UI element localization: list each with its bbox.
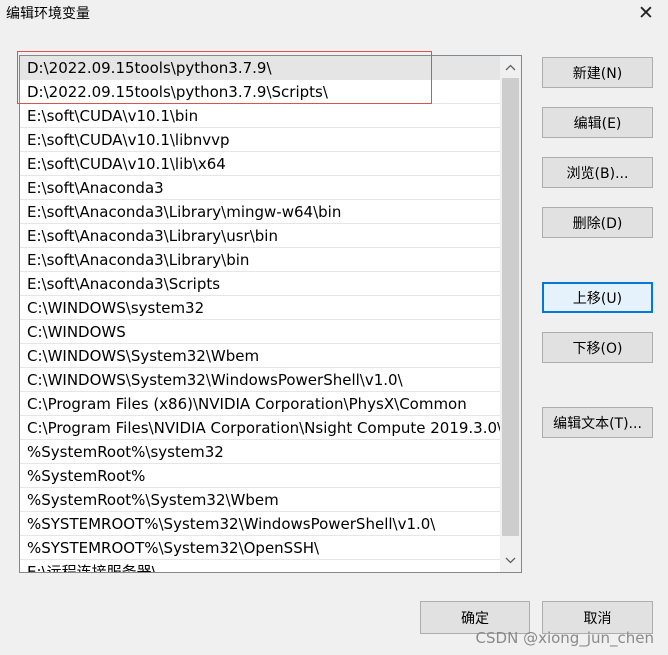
list-item[interactable]: E:\soft\CUDA\v10.1\bin — [20, 104, 501, 128]
list-item[interactable]: E:\soft\Anaconda3\Scripts — [20, 272, 501, 296]
list-item[interactable]: C:\WINDOWS — [20, 320, 501, 344]
list-item[interactable]: D:\2022.09.15tools\python3.7.9\Scripts\ — [20, 80, 501, 104]
window-title: 编辑环境变量 — [6, 6, 90, 22]
edit-text-button[interactable]: 编辑文本(T)... — [542, 407, 653, 438]
delete-button[interactable]: 删除(D) — [542, 207, 653, 238]
list-item[interactable]: C:\Program Files (x86)\NVIDIA Corporatio… — [20, 392, 501, 416]
close-icon: ✕ — [638, 2, 654, 24]
scroll-up-button[interactable] — [500, 57, 521, 78]
list-item[interactable]: E:\soft\CUDA\v10.1\libnvvp — [20, 128, 501, 152]
list-item[interactable]: E:\soft\Anaconda3\Library\mingw-w64\bin — [20, 200, 501, 224]
browse-button[interactable]: 浏览(B)... — [542, 157, 653, 188]
list-item[interactable]: E:\soft\Anaconda3\Library\bin — [20, 248, 501, 272]
watermark: CSDN @xiong_jun_chen — [475, 629, 654, 647]
move-up-button[interactable]: 上移(U) — [542, 282, 653, 313]
vertical-scrollbar[interactable] — [500, 56, 521, 572]
list-item[interactable]: D:\2022.09.15tools\python3.7.9\ — [20, 56, 501, 80]
list-item[interactable]: %SYSTEMROOT%\System32\WindowsPowerShell\… — [20, 512, 501, 536]
close-button[interactable]: ✕ — [632, 0, 660, 26]
list-item[interactable]: %SYSTEMROOT%\System32\OpenSSH\ — [20, 536, 501, 560]
path-list[interactable]: D:\2022.09.15tools\python3.7.9\ D:\2022.0… — [19, 55, 522, 573]
chevron-down-icon — [505, 557, 516, 564]
list-item[interactable]: C:\WINDOWS\system32 — [20, 296, 501, 320]
scroll-down-button[interactable] — [500, 550, 521, 571]
list-item[interactable]: E:\soft\Anaconda3\Library\usr\bin — [20, 224, 501, 248]
list-item[interactable]: C:\Program Files\NVIDIA Corporation\Nsig… — [20, 416, 501, 440]
path-list-rows: D:\2022.09.15tools\python3.7.9\ D:\2022.0… — [20, 56, 501, 572]
list-item[interactable]: E:\soft\Anaconda3 — [20, 176, 501, 200]
list-item[interactable]: C:\WINDOWS\System32\Wbem — [20, 344, 501, 368]
list-item[interactable]: %SystemRoot% — [20, 464, 501, 488]
edit-button[interactable]: 编辑(E) — [542, 107, 653, 138]
new-button[interactable]: 新建(N) — [542, 57, 653, 88]
list-item[interactable]: E:\远程连接服务器\ — [20, 560, 501, 572]
list-item[interactable]: C:\WINDOWS\System32\WindowsPowerShell\v1… — [20, 368, 501, 392]
scroll-thumb[interactable] — [502, 78, 519, 536]
list-item[interactable]: %SystemRoot%\system32 — [20, 440, 501, 464]
title-bar: 编辑环境变量 ✕ — [0, 0, 668, 30]
list-item[interactable]: E:\soft\CUDA\v10.1\lib\x64 — [20, 152, 501, 176]
chevron-up-icon — [505, 64, 516, 71]
list-item[interactable]: %SystemRoot%\System32\Wbem — [20, 488, 501, 512]
move-down-button[interactable]: 下移(O) — [542, 332, 653, 363]
